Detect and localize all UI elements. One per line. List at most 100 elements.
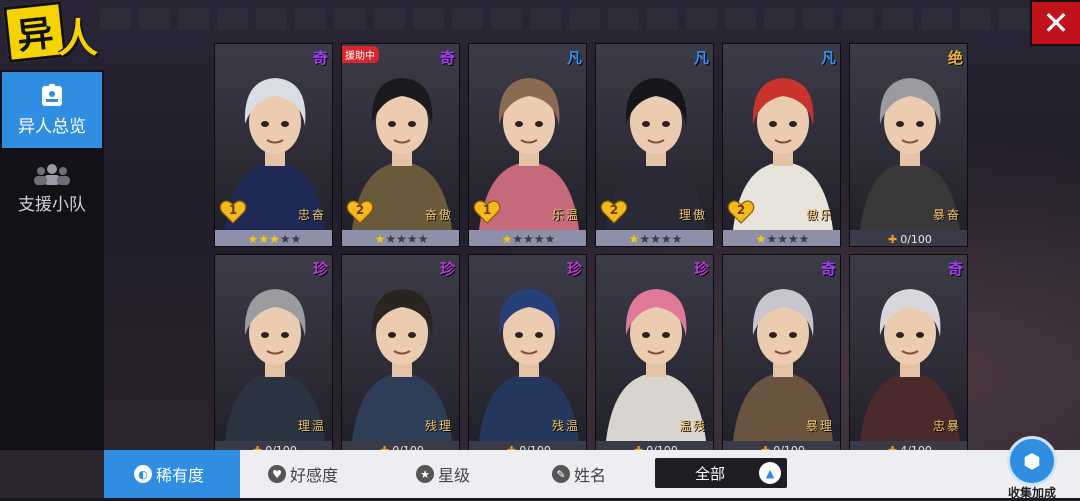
filter-value: 全部 <box>695 464 726 483</box>
affection-level: 1 <box>228 203 238 217</box>
trait-glyph: 傲 <box>438 208 453 222</box>
star-icon: ★ <box>501 232 513 246</box>
star-icon: ★ <box>258 232 270 246</box>
character-card[interactable]: 凡 2 理傲 ★★★★★ <box>595 43 714 247</box>
character-portrait <box>596 255 713 441</box>
star-icon: ★ <box>660 232 672 246</box>
star-rating: ★★★★★ <box>215 230 332 246</box>
trait-icons: 残理 <box>425 417 453 434</box>
affection-level: 2 <box>355 203 365 217</box>
tab-star-level[interactable]: ★ 星级 <box>416 450 470 498</box>
star-rating: ★★★★★ <box>469 230 586 246</box>
collect-bonus-button[interactable]: ⬢ 收集加成 <box>996 436 1068 500</box>
star-icon: ★ <box>279 232 291 246</box>
fragment-progress: ✚ 0/100 <box>723 441 840 450</box>
heart-icon: 1 <box>219 199 247 225</box>
character-card[interactable]: 凡 2 傲乐 ★★★★★ <box>722 43 841 247</box>
character-card[interactable]: 奇援助中 2 奋傲 ★★★★★ <box>341 43 460 247</box>
trait-glyph: 温 <box>311 419 326 433</box>
heart-icon: ♥ <box>268 465 286 483</box>
star-icon: ★ <box>269 232 280 246</box>
star-icon: ★ <box>766 232 778 246</box>
character-card[interactable]: 珍温残 ✚ 0/100 <box>595 254 714 450</box>
trait-icons: 暴理 <box>806 417 834 434</box>
sort-bar: ◐ 稀有度 ♥ 好感度 ★ 星级 ✎ 姓名 全部 ▲ <box>104 450 1080 498</box>
left-nav: 异人总览 支援小队 <box>0 70 104 450</box>
character-grid: 奇 1 忠奋 ★★★★★ 奇援助中 2 奋傲 ★★★★★ 凡 1 乐温 ★★★★★ 凡 2 理傲 ★★★★★ 凡… <box>214 43 974 450</box>
trait-icons: 理温 <box>298 417 326 434</box>
trait-icons: 傲乐 <box>806 206 834 223</box>
character-card[interactable]: 奇暴理 ✚ 0/100 <box>722 254 841 450</box>
fragment-progress: ✚ 0/100 <box>850 230 967 246</box>
rarity-badge: 凡 <box>693 49 709 67</box>
trait-glyph: 暴 <box>946 419 961 433</box>
trait-glyph: 残 <box>551 419 566 433</box>
character-card[interactable]: 珍理温 ✚ 0/100 <box>214 254 333 450</box>
star-icon: ★ <box>396 232 407 246</box>
nav-label: 支援小队 <box>18 195 86 215</box>
star-icon: ★ <box>385 232 397 246</box>
trait-glyph: 忠 <box>932 419 947 433</box>
character-card[interactable]: 奇 1 忠奋 ★★★★★ <box>214 43 333 247</box>
rarity-badge: 奇 <box>820 260 836 278</box>
fragment-progress: ✚ 0/100 <box>215 441 332 450</box>
character-portrait <box>850 44 967 230</box>
close-button[interactable]: ✕ <box>1030 0 1080 46</box>
fragment-icon: ✚ <box>888 232 898 246</box>
trait-glyph: 奋 <box>946 208 961 222</box>
star-icon: ★ <box>417 232 429 246</box>
character-portrait <box>850 255 967 441</box>
tab-rarity[interactable]: ◐ 稀有度 <box>104 450 240 498</box>
nav-item-overview[interactable]: 异人总览 <box>2 72 102 148</box>
star-icon: ★ <box>247 232 259 246</box>
top-slot-strip <box>100 8 1030 30</box>
nav-label: 异人总览 <box>18 117 86 137</box>
trait-glyph: 奋 <box>424 208 439 222</box>
affection-level: 2 <box>736 203 746 217</box>
cube-icon: ⬢ <box>1007 436 1057 486</box>
fragment-progress: ✚ 0/100 <box>596 441 713 450</box>
filter-dropdown[interactable]: 全部 ▲ <box>655 458 787 488</box>
tab-affection[interactable]: ♥ 好感度 <box>268 450 338 498</box>
trait-glyph: 残 <box>692 419 707 433</box>
profile-card-icon <box>39 84 65 108</box>
trait-glyph: 暴 <box>805 419 820 433</box>
character-card[interactable]: 珍残理 ✚ 0/100 <box>341 254 460 450</box>
star-icon: ★ <box>544 232 556 246</box>
trait-glyph: 残 <box>424 419 439 433</box>
assist-status-tag: 援助中 <box>342 46 379 63</box>
character-card[interactable]: 奇忠暴 ✚ 4/100 <box>849 254 968 450</box>
fragment-count: 0/100 <box>900 232 932 246</box>
character-card[interactable]: 绝暴奋 ✚ 0/100 <box>849 43 968 247</box>
character-portrait <box>723 255 840 441</box>
trait-glyph: 傲 <box>692 208 707 222</box>
trait-icons: 乐温 <box>552 206 580 223</box>
star-icon: ★ <box>650 232 661 246</box>
heart-icon: 2 <box>600 199 628 225</box>
trait-icons: 奋傲 <box>425 206 453 223</box>
trait-glyph: 傲 <box>805 208 820 222</box>
rarity-badge: 珍 <box>439 260 455 278</box>
game-logo: 异 人 <box>0 0 120 63</box>
star-icon: ★ <box>512 232 524 246</box>
trait-glyph: 理 <box>438 419 453 433</box>
fragment-progress: ✚ 0/100 <box>342 441 459 450</box>
rarity-icon: ◐ <box>134 465 152 483</box>
character-card[interactable]: 珍残温 ✚ 0/100 <box>468 254 587 450</box>
trait-glyph: 理 <box>819 419 834 433</box>
star-icon: ★ <box>533 232 545 246</box>
trait-icons: 忠暴 <box>933 417 961 434</box>
triangle-up-icon: ▲ <box>759 462 781 484</box>
trait-icons: 理傲 <box>679 206 707 223</box>
character-card[interactable]: 凡 1 乐温 ★★★★★ <box>468 43 587 247</box>
rarity-badge: 奇 <box>947 260 963 278</box>
collect-label: 收集加成 <box>1007 486 1056 500</box>
trait-glyph: 温 <box>565 208 580 222</box>
nav-item-support[interactable]: 支援小队 <box>2 150 102 226</box>
tab-name[interactable]: ✎ 姓名 <box>552 450 606 498</box>
star-icon: ★ <box>523 232 534 246</box>
trait-icons: 忠奋 <box>298 206 326 223</box>
star-rating: ★★★★★ <box>723 230 840 246</box>
fragment-progress: ✚ 4/100 <box>850 441 967 450</box>
rarity-badge: 奇 <box>312 49 328 67</box>
